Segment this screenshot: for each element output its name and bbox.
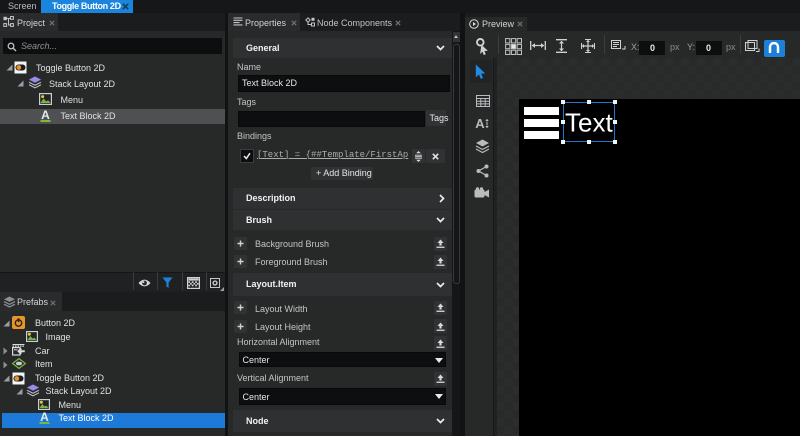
- svg-text:A: A: [475, 116, 485, 131]
